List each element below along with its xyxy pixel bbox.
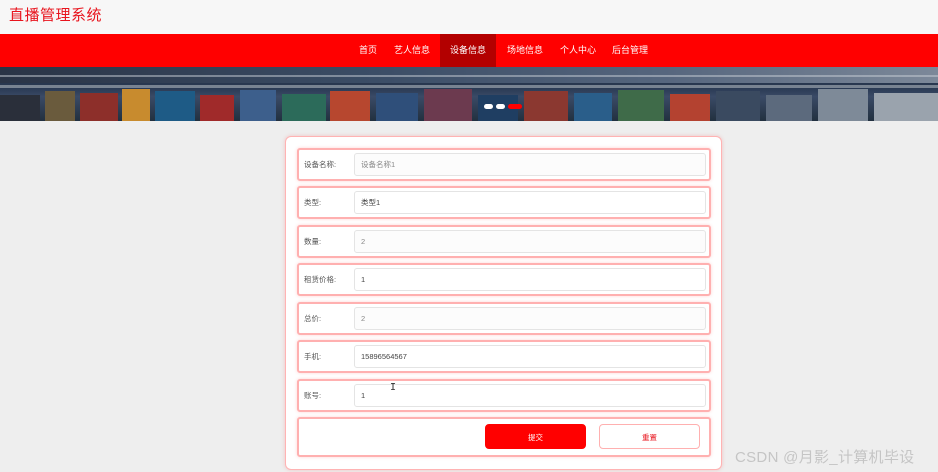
form-row-phone: 手机: 15896564567: [297, 340, 711, 373]
carousel-dot-3[interactable]: [508, 104, 522, 109]
text-cursor-icon: I: [390, 382, 397, 393]
form-row-total-price: 总价: 2: [297, 302, 711, 335]
equipment-form: 设备名称: 设备名称1 类型: 类型1 数量: 2 租赁价格: 1 总价: 2 …: [285, 136, 722, 470]
type-field[interactable]: 类型1: [354, 191, 706, 214]
account-field[interactable]: 1: [354, 384, 706, 407]
nav-item-equipment[interactable]: 设备信息: [440, 34, 496, 67]
equipment-name-field[interactable]: 设备名称1: [354, 153, 706, 176]
banner-decoration: [574, 93, 612, 121]
nav-item-artists[interactable]: 艺人信息: [388, 34, 436, 67]
nav-item-venues[interactable]: 场地信息: [500, 34, 550, 67]
main-nav: 首页 艺人信息 设备信息 场地信息 个人中心 后台管理: [0, 34, 938, 67]
watermark: CSDN @月影_计算机毕设: [735, 449, 915, 466]
reset-button[interactable]: 重置: [599, 424, 700, 449]
banner-decoration: [818, 89, 868, 121]
top-header: 直播管理系统: [0, 0, 938, 34]
form-row-equipment-name: 设备名称: 设备名称1: [297, 148, 711, 181]
banner-decoration: [0, 95, 40, 121]
banner-decoration: [80, 93, 118, 121]
total-price-field[interactable]: 2: [354, 307, 706, 330]
form-row-rental-price: 租赁价格: 1: [297, 263, 711, 296]
banner-decoration: [0, 85, 938, 88]
site-title: 直播管理系统: [9, 7, 103, 24]
banner-decoration: [716, 91, 760, 121]
banner-decoration: [874, 93, 938, 121]
form-row-quantity: 数量: 2: [297, 225, 711, 258]
banner-decoration: [0, 75, 938, 77]
rental-price-label: 租赁价格:: [304, 275, 337, 284]
account-label: 账号:: [304, 391, 322, 400]
banner-decoration: [618, 90, 664, 121]
type-label: 类型:: [304, 198, 322, 207]
banner-decoration: [282, 94, 326, 121]
form-actions: 提交 重置: [297, 417, 711, 457]
nav-item-profile[interactable]: 个人中心: [554, 34, 602, 67]
quantity-label: 数量:: [304, 237, 322, 246]
banner-decoration: [670, 94, 710, 121]
total-price-label: 总价:: [304, 314, 322, 323]
nav-item-home[interactable]: 首页: [352, 34, 384, 67]
equipment-name-label: 设备名称:: [304, 160, 337, 169]
form-row-account: 账号: 1: [297, 379, 711, 412]
banner-decoration: [122, 89, 150, 121]
banner-decoration: [524, 91, 568, 121]
submit-button[interactable]: 提交: [485, 424, 586, 449]
banner-decoration: [330, 91, 370, 121]
carousel-dot-2[interactable]: [496, 104, 505, 109]
nav-item-admin[interactable]: 后台管理: [606, 34, 654, 67]
phone-field[interactable]: 15896564567: [354, 345, 706, 368]
banner-decoration: [240, 90, 276, 121]
banner-carousel[interactable]: [0, 67, 938, 121]
carousel-dot-1[interactable]: [484, 104, 493, 109]
banner-decoration: [155, 91, 195, 121]
banner-decoration: [424, 89, 472, 121]
banner-decoration: [766, 95, 812, 121]
banner-decoration: [376, 93, 418, 121]
rental-price-field[interactable]: 1: [354, 268, 706, 291]
banner-decoration: [45, 91, 75, 121]
form-row-type: 类型: 类型1: [297, 186, 711, 219]
quantity-field[interactable]: 2: [354, 230, 706, 253]
phone-label: 手机:: [304, 352, 322, 361]
banner-decoration: [200, 95, 234, 121]
